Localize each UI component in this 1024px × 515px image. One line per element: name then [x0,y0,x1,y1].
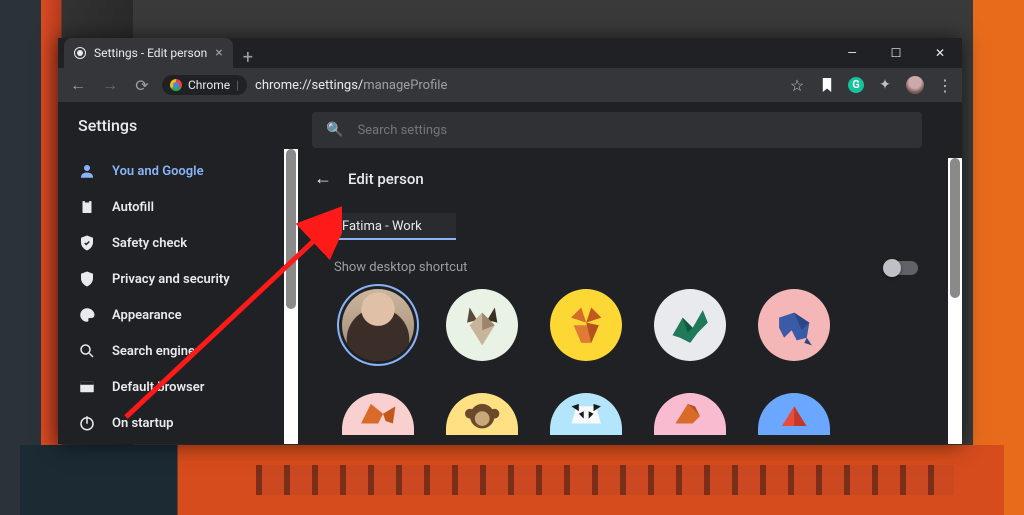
desktop-wallpaper-lower [20,445,1003,515]
desktop-shortcut-toggle[interactable] [884,261,918,275]
sidebar-item-label: Privacy and security [112,272,230,287]
minimize-button[interactable]: — [830,38,874,68]
avatar-option-origami-bird[interactable] [654,393,726,435]
search-icon [78,342,96,360]
left-column: Settings You and Google Autofill Safety … [58,102,298,444]
main-scrollbar[interactable] [948,158,962,444]
sidebar-item-label: Safety check [112,236,187,251]
scrollbar-thumb[interactable] [286,149,296,309]
clipboard-icon [78,198,96,216]
chrome-logo-icon [170,79,182,91]
extensions-icon[interactable]: ✦ [876,76,894,94]
profile-name-input[interactable] [334,213,456,240]
avatar-option-origami-squirrel[interactable] [342,393,414,435]
power-icon [78,414,96,432]
kebab-menu-icon[interactable]: ⋮ [936,76,954,94]
close-tab-icon[interactable]: × [215,46,222,60]
avatar-option-user-photo[interactable] [342,289,414,361]
chrome-window: Settings - Edit person × + — ☐ ✕ ← → ⟳ C… [58,38,962,444]
sidebar-scrollbar[interactable] [284,149,298,444]
url-path-secondary: manageProfile [363,78,447,93]
titlebar: Settings - Edit person × + — ☐ ✕ [58,38,962,68]
url-display[interactable]: chrome://settings/manageProfile [255,78,447,93]
browser-tab[interactable]: Settings - Edit person × [64,38,233,68]
main-pane: ← Edit person Show desktop shortcut [298,158,948,444]
toolbar-right: ☆ G ✦ ⋮ [788,76,954,94]
person-icon [78,162,96,180]
maximize-button[interactable]: ☐ [874,38,918,68]
url-path-primary: chrome://settings/ [255,78,363,93]
sidebar-item-label: Autofill [112,200,154,215]
sidebar-item-safety-check[interactable]: Safety check [58,225,284,261]
address-bar: ← → ⟳ Chrome | chrome://settings/manageP… [58,68,962,102]
settings-heading: Settings [58,116,298,149]
sidebar-item-you-and-google[interactable]: You and Google [58,153,284,189]
sidebar-nav: You and Google Autofill Safety check Pri… [58,149,284,444]
sidebar-item-on-startup[interactable]: On startup [58,405,284,441]
browser-icon [78,378,96,396]
avatar-option-origami-fox[interactable] [550,289,622,361]
palette-icon [78,306,96,324]
profile-avatar-icon[interactable] [906,76,924,94]
scheme-label: Chrome [188,78,230,92]
desktop-shortcut-label: Show desktop shortcut [334,260,467,275]
avatar-option-origami-monkey[interactable] [446,393,518,435]
avatar-option-origami-volcano[interactable] [758,393,830,435]
avatar-option-origami-cat[interactable] [446,289,518,361]
sidebar-item-search-engine[interactable]: Search engine [58,333,284,369]
avatar-grid [342,289,924,435]
avatar-option-origami-dragon[interactable] [654,289,726,361]
gear-icon [74,47,86,59]
search-icon: 🔍 [326,122,343,138]
sidebar-item-label: On startup [112,416,173,431]
sidebar-item-label: You and Google [112,164,204,179]
scrollbar-thumb[interactable] [950,158,960,298]
content-area: Settings You and Google Autofill Safety … [58,102,962,444]
grammarly-extension-icon[interactable]: G [848,77,864,93]
search-settings-box[interactable]: 🔍 [312,112,922,148]
bookmark-star-icon[interactable]: ☆ [788,76,806,94]
sidebar-item-privacy-security[interactable]: Privacy and security [58,261,284,297]
avatar-option-origami-panda[interactable] [550,393,622,435]
sidebar-item-appearance[interactable]: Appearance [58,297,284,333]
sidebar-item-autofill[interactable]: Autofill [58,189,284,225]
avatar-option-origami-elephant[interactable] [758,289,830,361]
shield-icon [78,270,96,288]
main-column: 🔍 ← Edit person Show desktop shortcut [298,102,962,444]
reload-button[interactable]: ⟳ [130,73,154,97]
page-title: Edit person [348,170,424,188]
back-button[interactable]: ← [66,73,90,97]
sidebar-item-label: Default browser [112,380,204,395]
window-controls: — ☐ ✕ [830,38,962,68]
close-window-button[interactable]: ✕ [918,38,962,68]
site-identity-chip[interactable]: Chrome | [162,75,247,95]
search-settings-input[interactable] [357,123,908,138]
new-tab-button[interactable]: + [233,47,263,68]
sidebar-item-label: Appearance [112,308,182,323]
tab-title: Settings - Edit person [94,46,207,60]
shield-check-icon [78,234,96,252]
sidebar-item-default-browser[interactable]: Default browser [58,369,284,405]
reading-list-icon[interactable] [818,76,836,94]
page-back-button[interactable]: ← [314,168,332,189]
sidebar-item-label: Search engine [112,344,195,359]
forward-button[interactable]: → [98,73,122,97]
